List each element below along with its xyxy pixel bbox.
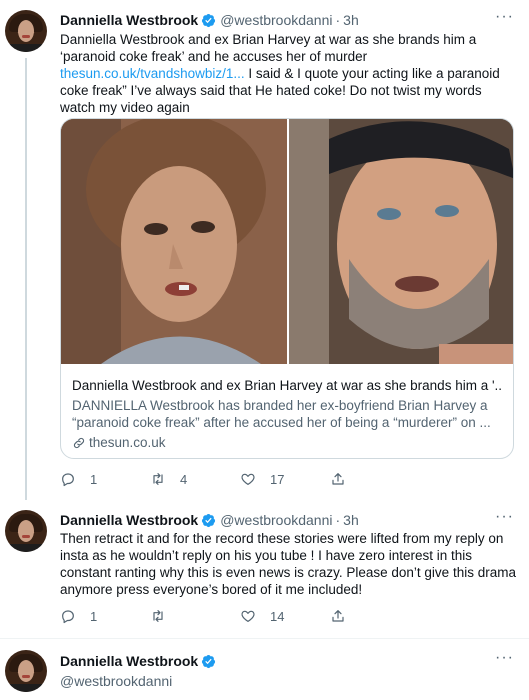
timestamp[interactable]: 3h (343, 12, 359, 28)
verified-badge-icon (202, 513, 216, 527)
more-icon[interactable]: ··· (495, 509, 513, 529)
share-icon (332, 473, 344, 485)
author-name[interactable]: Danniella Westbrook (60, 12, 198, 28)
like-icon (241, 610, 255, 622)
reply-icon (62, 473, 74, 487)
tweet-link[interactable]: thesun.co.uk/tvandshowbiz/1... (60, 66, 245, 81)
reply-count: 1 (90, 471, 98, 487)
card-image-right (289, 119, 513, 364)
card-domain[interactable]: thesun.co.uk (72, 434, 502, 451)
separator-dot: · (335, 512, 341, 528)
share-button[interactable] (330, 608, 360, 624)
tweet-1[interactable]: Danniella Westbrook @westbrookdanni · 3h… (0, 0, 529, 500)
action-bar: 1 4 17 (60, 470, 450, 488)
avatar[interactable] (5, 10, 47, 52)
tweet-divider (0, 638, 529, 639)
card-text: Danniella Westbrook and ex Brian Harvey … (72, 377, 502, 451)
more-icon[interactable]: ··· (495, 9, 513, 29)
action-bar: 1 14 (60, 607, 450, 625)
retweet-button[interactable]: 4 (150, 471, 240, 487)
tweet-text-part: Danniella Westbrook and ex Brian Harvey … (60, 32, 477, 64)
author-handle[interactable]: @westbrookdanni (60, 673, 172, 689)
thread-line (25, 58, 27, 500)
retweet-icon (153, 473, 163, 485)
tweet-3[interactable]: Danniella Westbrook @westbrookdanni ··· (0, 640, 529, 700)
verified-badge-icon (202, 654, 216, 668)
tweet-text: Danniella Westbrook and ex Brian Harvey … (60, 31, 516, 116)
card-description: DANNIELLA Westbrook has branded her ex-b… (72, 398, 491, 430)
tweet-header: Danniella Westbrook @westbrookdanni · 3h (60, 11, 359, 29)
author-name[interactable]: Danniella Westbrook (60, 512, 198, 528)
timestamp[interactable]: 3h (343, 512, 359, 528)
like-count: 17 (270, 471, 285, 487)
tweet-header: Danniella Westbrook @westbrookdanni · 3h (60, 511, 359, 529)
retweet-icon (153, 610, 163, 622)
share-icon (332, 610, 344, 622)
verified-badge-icon (202, 13, 216, 27)
like-button[interactable]: 17 (240, 471, 330, 487)
retweet-count: 4 (180, 471, 188, 487)
avatar[interactable] (5, 510, 47, 552)
tweet-text: Then retract it and for the record these… (60, 531, 516, 597)
avatar[interactable] (5, 650, 47, 692)
like-button[interactable]: 14 (240, 608, 330, 624)
tweet-2[interactable]: Danniella Westbrook @westbrookdanni · 3h… (0, 500, 529, 640)
retweet-button[interactable] (150, 608, 240, 624)
like-icon (241, 473, 255, 485)
reply-icon (62, 610, 74, 624)
share-button[interactable] (330, 471, 360, 487)
link-icon (73, 437, 85, 448)
more-icon[interactable]: ··· (495, 650, 513, 670)
author-handle[interactable]: @westbrookdanni (220, 512, 332, 528)
reply-count: 1 (90, 608, 98, 624)
reply-button[interactable]: 1 (60, 608, 150, 624)
reply-button[interactable]: 1 (60, 471, 150, 487)
handle-line: @westbrookdanni (60, 672, 172, 690)
author-name[interactable]: Danniella Westbrook (60, 653, 198, 669)
card-image-left (61, 119, 287, 364)
card-domain-text: thesun.co.uk (89, 435, 166, 450)
like-count: 14 (270, 608, 285, 624)
tweet-header: Danniella Westbrook (60, 652, 220, 670)
link-card[interactable]: Danniella Westbrook and ex Brian Harvey … (60, 118, 514, 459)
author-handle[interactable]: @westbrookdanni (220, 12, 332, 28)
card-title[interactable]: Danniella Westbrook and ex Brian Harvey … (72, 377, 502, 394)
separator-dot: · (335, 12, 341, 28)
